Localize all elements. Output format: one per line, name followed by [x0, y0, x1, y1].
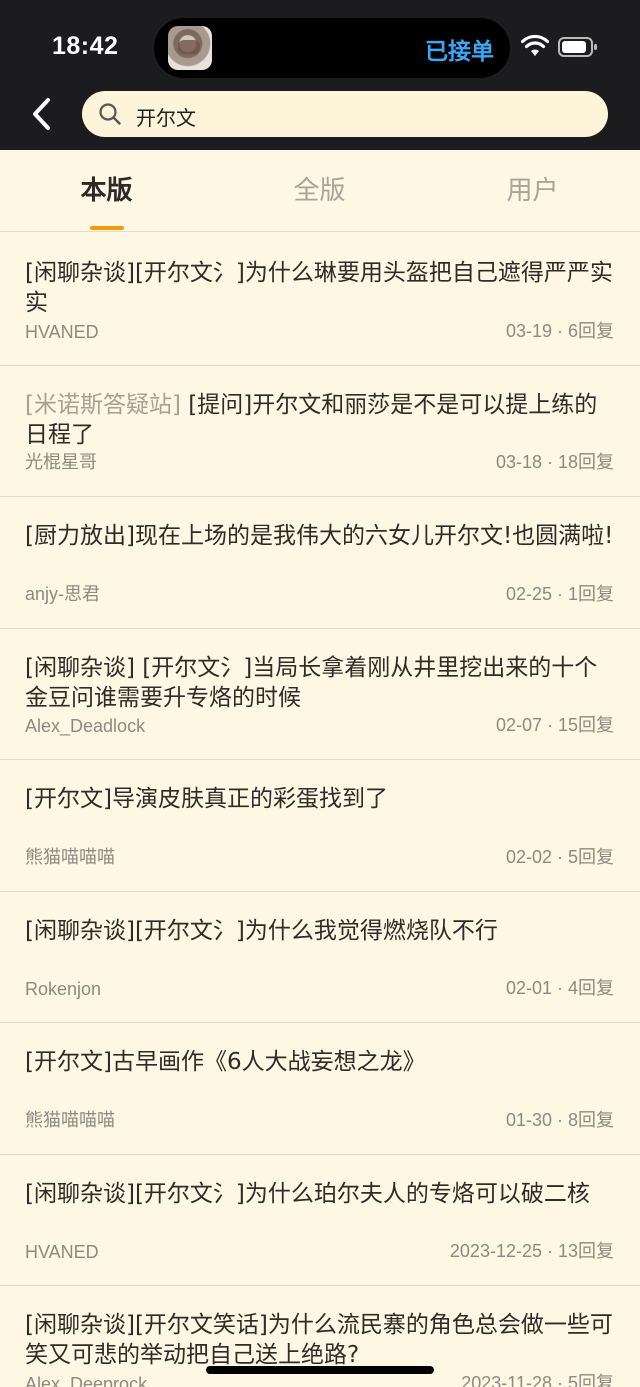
post-author: HVANED: [25, 1242, 99, 1262]
post-title: [闲聊杂谈][开尔文笑话]为什么流民寨的角色总会做一些可笑又可悲的举动把自己送上…: [25, 1312, 613, 1368]
post-meta: 02-02 · 5回复: [505, 846, 614, 867]
wifi-icon: [521, 34, 549, 56]
post-author: Rokenjon: [25, 979, 102, 999]
post-title: [米诺斯答疑站] [提问]开尔文和丽莎是不是可以提上练的日程了: [25, 391, 598, 448]
tab-bar: 本版 全版 用户: [0, 150, 640, 232]
post-meta: 02-01 · 4回复: [505, 978, 614, 998]
search-input[interactable]: 开尔文: [82, 91, 608, 137]
dynamic-island[interactable]: 已接单: [154, 18, 510, 78]
post-meta: 02-25 · 1回复: [505, 583, 614, 604]
post-title: [闲聊杂谈][开尔文氵]为什么琳要用头盔把自己遮得严严实实: [25, 260, 613, 316]
post-author: Alex_Deadlock: [25, 716, 146, 736]
post-author: Alex_Deeprock: [25, 1373, 148, 1387]
post-title: [闲聊杂谈][开尔文氵]为什么我觉得燃烧队不行: [25, 917, 498, 944]
post-meta: 2023-11-28 · 5回复: [461, 1372, 614, 1387]
post-board-prefix: [米诺斯答疑站]: [25, 391, 181, 418]
post-title: [闲聊杂谈][开尔文氵]为什么珀尔夫人的专烙可以破二核: [25, 1180, 590, 1207]
tab-all-boards[interactable]: 全版: [213, 150, 426, 232]
list-item[interactable]: [厨力放出]现在上场的是我伟大的六女儿开尔文!也圆满啦! anjy-思君 02-…: [0, 497, 640, 629]
post-author: 熊猫喵喵喵: [25, 1109, 115, 1130]
tab-users[interactable]: 用户: [426, 150, 639, 232]
post-author: HVANED: [25, 321, 99, 342]
island-status-label: 已接单: [425, 39, 494, 65]
status-time: 18:42: [52, 32, 119, 60]
post-meta: 2023-12-25 · 13回复: [449, 1241, 614, 1261]
list-item[interactable]: [闲聊杂谈][开尔文氵]为什么珀尔夫人的专烙可以破二核 HVANED 2023-…: [0, 1155, 640, 1286]
list-item[interactable]: [闲聊杂谈] [开尔文氵]当局长拿着刚从井里挖出来的十个金豆问谁需要升专烙的时候…: [0, 629, 640, 760]
list-item[interactable]: [闲聊杂谈][开尔文氵]为什么琳要用头盔把自己遮得严严实实 HVANED 03-…: [0, 234, 640, 366]
post-meta: 01-30 · 8回复: [505, 1109, 614, 1130]
battery-icon: [558, 37, 597, 57]
active-tab-indicator: [90, 226, 124, 230]
home-indicator: [206, 1366, 434, 1374]
post-author: 光棍星哥: [25, 452, 97, 472]
post-list: [闲聊杂谈][开尔文氵]为什么琳要用头盔把自己遮得严严实实 HVANED 03-…: [0, 234, 640, 1387]
tab-this-board[interactable]: 本版: [0, 150, 213, 232]
list-item[interactable]: [米诺斯答疑站] [提问]开尔文和丽莎是不是可以提上练的日程了 光棍星哥 03-…: [0, 366, 640, 497]
post-meta: 03-18 · 18回复: [495, 452, 614, 472]
search-icon: [99, 103, 121, 125]
list-item[interactable]: [开尔文]古早画作《6人大战妄想之龙》 熊猫喵喵喵 01-30 · 8回复: [0, 1023, 640, 1155]
post-meta: 03-19 · 6回复: [505, 320, 614, 341]
list-item[interactable]: [闲聊杂谈][开尔文氵]为什么我觉得燃烧队不行 Rokenjon 02-01 ·…: [0, 892, 640, 1023]
post-title: [开尔文]导演皮肤真正的彩蛋找到了: [25, 786, 388, 812]
post-title: [开尔文]古早画作《6人大战妄想之龙》: [25, 1049, 426, 1075]
post-meta: 02-07 · 15回复: [495, 715, 614, 735]
island-thumbnail: [168, 26, 212, 70]
post-title: [闲聊杂谈] [开尔文氵]当局长拿着刚从井里挖出来的十个金豆问谁需要升专烙的时候: [25, 654, 598, 711]
post-title: [厨力放出]现在上场的是我伟大的六女儿开尔文!也圆满啦!: [25, 523, 614, 549]
list-item[interactable]: [开尔文]导演皮肤真正的彩蛋找到了 熊猫喵喵喵 02-02 · 5回复: [0, 760, 640, 892]
back-arrow-icon[interactable]: [24, 92, 60, 136]
post-author: 熊猫喵喵喵: [25, 846, 115, 867]
header-bar: 18:42 已接单 开尔文: [0, 0, 640, 150]
search-query: 开尔文: [136, 106, 196, 130]
post-author: anjy-思君: [25, 583, 101, 604]
